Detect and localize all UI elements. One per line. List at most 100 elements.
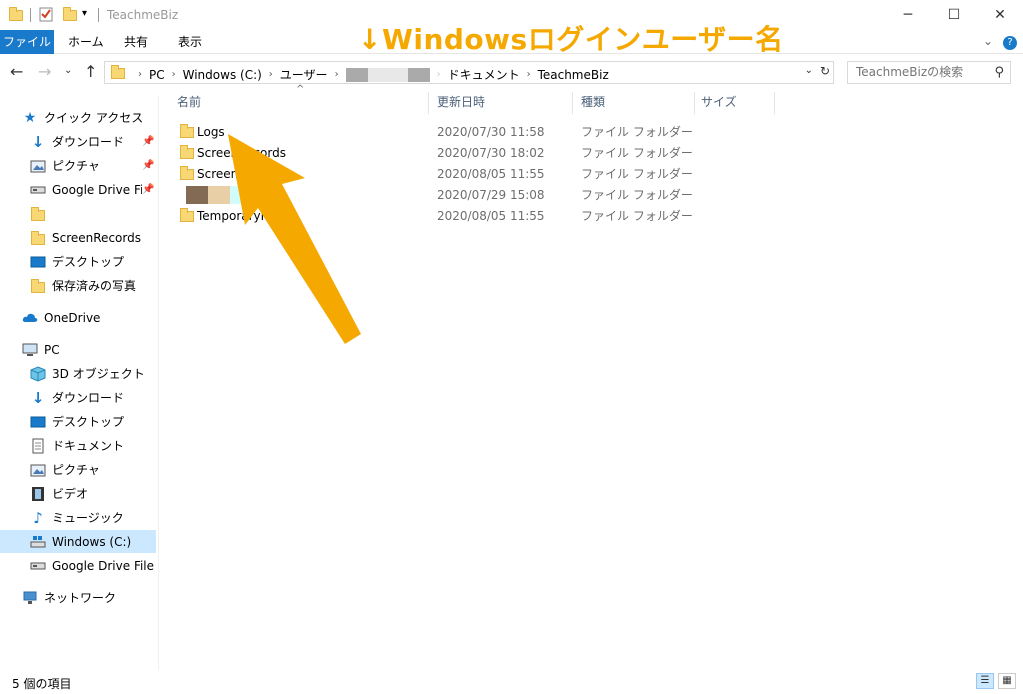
folder-icon — [180, 208, 194, 222]
chevron-right-icon: › — [138, 69, 142, 80]
column-divider[interactable] — [428, 92, 429, 114]
table-row[interactable]: 2020/07/29 15:08 ファイル フォルダー — [176, 184, 696, 205]
properties-icon[interactable] — [38, 6, 54, 22]
sidebar-item-label: ピクチャ — [52, 463, 100, 477]
back-arrow-icon[interactable]: ← — [10, 62, 23, 81]
sidebar-item-google-drive-st[interactable]: Google Drive File St — [30, 554, 156, 577]
sidebar-item-onedrive[interactable]: OneDrive — [22, 306, 178, 329]
tab-view[interactable]: 表示 — [168, 30, 212, 54]
breadcrumb-teachmebiz[interactable]: TeachmeBiz — [538, 68, 609, 82]
file-date: 2020/08/05 11:55 — [437, 208, 545, 223]
sidebar-item-label: Google Drive File St — [52, 558, 156, 573]
sidebar-item-downloads[interactable]: ↓ ダウンロード — [30, 130, 186, 153]
divider — [98, 8, 99, 22]
chevron-right-icon: › — [436, 69, 441, 80]
sidebar-item-screenrecords[interactable]: ScreenRecords — [30, 226, 186, 249]
details-view-icon[interactable]: ☰ — [976, 673, 994, 689]
ribbon-right-controls: ⌄? — [983, 34, 1017, 50]
sidebar-item-label: ミュージック — [52, 511, 124, 525]
table-row[interactable]: TemporaryFiles 2020/08/05 11:55 ファイル フォル… — [176, 205, 696, 226]
drive-icon — [30, 558, 46, 574]
refresh-icon[interactable]: ↻ — [820, 64, 830, 78]
column-header-name[interactable]: 名前 — [177, 92, 201, 116]
pin-icon[interactable]: 📌 — [142, 160, 154, 171]
expand-ribbon-icon[interactable]: ⌄ — [983, 34, 993, 48]
sidebar-item-3d-objects[interactable]: 3D オブジェクト — [30, 362, 186, 385]
cloud-icon — [22, 310, 38, 326]
tab-share[interactable]: 共有 — [114, 30, 158, 54]
sidebar-item-label: Windows (C:) — [52, 534, 132, 549]
breadcrumb-documents[interactable]: ドキュメント — [448, 66, 520, 83]
sidebar-item-quick-access[interactable]: ★ クイック アクセス — [22, 106, 178, 129]
sidebar-item-label: ピクチャ — [52, 159, 100, 173]
sidebar-item-pictures[interactable]: ピクチャ — [30, 154, 186, 177]
breadcrumb-pc[interactable]: PC — [149, 68, 165, 82]
customize-dropdown-icon[interactable]: ▾ — [82, 8, 98, 24]
search-input[interactable] — [856, 65, 986, 79]
tab-home[interactable]: ホーム — [58, 30, 114, 54]
computer-icon — [22, 342, 38, 358]
star-icon: ★ — [23, 109, 37, 126]
sidebar-item-windows-c[interactable]: Windows (C:) — [0, 530, 156, 553]
minimize-button[interactable]: ─ — [885, 0, 931, 30]
address-box[interactable]: › PC › Windows (C:) › ユーザー › › ドキュメント › … — [104, 61, 834, 84]
chevron-right-icon: › — [171, 69, 176, 80]
file-date: 2020/07/29 15:08 — [437, 187, 545, 202]
sidebar-item-label: 保存済みの写真 — [52, 279, 137, 293]
tab-file[interactable]: ファイル — [0, 30, 54, 54]
breadcrumb-users[interactable]: ユーザー — [280, 66, 328, 83]
pictures-icon — [30, 158, 46, 174]
sidebar-item-desktop[interactable]: デスクトップ — [30, 250, 186, 273]
sidebar-item-documents[interactable]: ドキュメント — [30, 434, 186, 457]
pin-icon[interactable]: 📌 — [142, 136, 154, 147]
sidebar-item-pc-downloads[interactable]: ↓ ダウンロード — [30, 386, 186, 409]
folder-icon — [180, 124, 194, 138]
help-icon[interactable]: ? — [1003, 36, 1017, 50]
search-icon[interactable]: ⚲ — [994, 65, 1004, 80]
column-divider[interactable] — [694, 92, 695, 114]
sidebar-item-google-drive[interactable]: Google Drive File — [30, 178, 142, 201]
breadcrumb-drive[interactable]: Windows (C:) — [183, 68, 262, 82]
sidebar-item-network[interactable]: ネットワーク — [22, 586, 178, 609]
file-name: Logs — [197, 124, 225, 139]
sidebar-item-label: ネットワーク — [44, 591, 117, 605]
pictures-icon — [30, 462, 46, 478]
up-arrow-icon[interactable]: ↑ — [84, 62, 97, 81]
address-dropdown-icon[interactable]: ⌄ — [805, 65, 813, 76]
column-header-type[interactable]: 種類 — [581, 92, 605, 116]
status-bar: 5 個の項目 ☰ ▦ — [0, 670, 1023, 694]
file-type: ファイル フォルダー — [581, 125, 693, 139]
table-row[interactable]: Logs 2020/07/30 11:58 ファイル フォルダー — [176, 121, 696, 142]
sidebar-item-saved-photos[interactable]: 保存済みの写真 — [30, 274, 186, 297]
sidebar-item-pc-pictures[interactable]: ピクチャ — [30, 458, 186, 481]
film-icon — [30, 486, 46, 502]
column-divider[interactable] — [774, 92, 775, 114]
chevron-right-icon: › — [334, 69, 339, 80]
new-folder-icon[interactable] — [62, 6, 78, 22]
column-header-size[interactable]: サイズ — [701, 92, 737, 116]
sidebar-item-folder[interactable] — [30, 202, 186, 225]
folder-icon — [111, 65, 125, 79]
divider — [158, 96, 159, 670]
sidebar-item-label: PC — [44, 342, 60, 357]
pin-icon[interactable]: 📌 — [142, 184, 154, 195]
sidebar-item-pc[interactable]: PC — [22, 338, 178, 361]
sidebar-item-pc-desktop[interactable]: デスクトップ — [30, 410, 186, 433]
table-row[interactable]: ScreenRecords 2020/07/30 18:02 ファイル フォルダ… — [176, 142, 696, 163]
large-icons-view-icon[interactable]: ▦ — [998, 673, 1016, 689]
forward-arrow-icon[interactable]: → — [38, 62, 51, 81]
table-row[interactable]: Screen 2020/08/05 11:55 ファイル フォルダー — [176, 163, 696, 184]
close-button[interactable]: ✕ — [977, 0, 1023, 30]
sidebar-item-videos[interactable]: ビデオ — [30, 482, 186, 505]
maximize-button[interactable]: ☐ — [931, 0, 977, 30]
column-divider[interactable] — [572, 92, 573, 114]
address-bar-row: ← → ⌄ ↑ › PC › Windows (C:) › ユーザー › › ド… — [0, 56, 1023, 88]
sidebar-item-music[interactable]: ♪ ミュージック — [30, 506, 186, 529]
file-type: ファイル フォルダー — [581, 146, 693, 160]
folder-icon[interactable] — [8, 6, 24, 22]
column-header-date[interactable]: 更新日時 — [437, 92, 485, 116]
folder-icon — [30, 206, 46, 222]
recent-dropdown-icon[interactable]: ⌄ — [64, 65, 72, 76]
sidebar-item-label: OneDrive — [44, 310, 101, 325]
search-box[interactable]: ⚲ — [847, 61, 1011, 84]
